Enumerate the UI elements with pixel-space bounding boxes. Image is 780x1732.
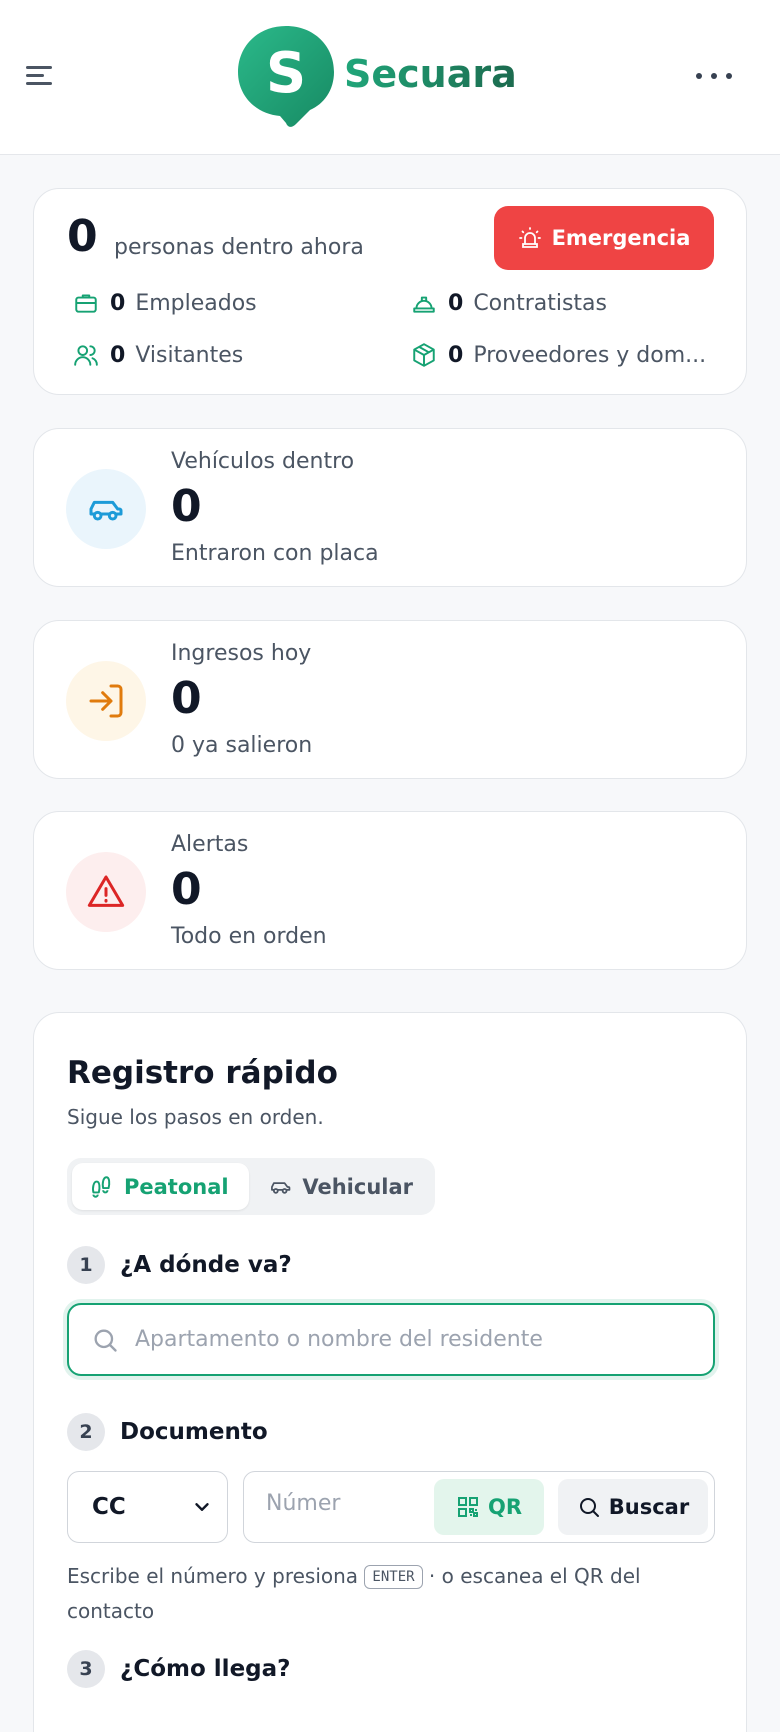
document-hint: Escribe el número y presiona ENTER · o e… bbox=[67, 1559, 707, 1629]
entries-today-card[interactable]: Ingresos hoy 0 0 ya salieron bbox=[33, 620, 747, 779]
step-label: Documento bbox=[120, 1419, 268, 1445]
search-label: Buscar bbox=[608, 1495, 690, 1519]
quick-register-title: Registro rápido bbox=[67, 1055, 338, 1091]
document-number-group: QR Buscar bbox=[243, 1471, 715, 1543]
stat-value: 0 bbox=[171, 864, 202, 915]
destination-search[interactable] bbox=[67, 1303, 715, 1376]
siren-icon bbox=[518, 227, 541, 248]
step-number: 1 bbox=[67, 1246, 105, 1284]
qr-label: QR bbox=[487, 1495, 523, 1519]
document-type-select[interactable]: CC bbox=[67, 1471, 228, 1543]
occupancy-label: personas dentro ahora bbox=[114, 235, 364, 260]
enter-key-badge: ENTER bbox=[364, 1565, 423, 1589]
emergency-label: Emergencia bbox=[551, 226, 691, 250]
mode-vehicular-tab[interactable]: Vehicular bbox=[253, 1163, 429, 1210]
search-icon bbox=[579, 1498, 599, 1517]
category-label: Visitantes bbox=[135, 342, 244, 368]
vehicles-inside-card[interactable]: Vehículos dentro 0 Entraron con placa bbox=[33, 428, 747, 587]
category-contractors: 0 Contratistas bbox=[410, 289, 607, 317]
occupancy-count: 0 bbox=[67, 211, 98, 262]
users-icon bbox=[72, 341, 100, 369]
stat-subtitle: 0 ya salieron bbox=[171, 733, 313, 758]
more-options-icon[interactable] bbox=[696, 64, 732, 88]
footprints-icon bbox=[92, 1175, 111, 1198]
brand-letter: S bbox=[266, 41, 306, 106]
hard-hat-icon bbox=[410, 289, 438, 317]
app-header: S Secuara bbox=[0, 0, 780, 155]
car-icon bbox=[66, 469, 146, 549]
emergency-button[interactable]: Emergencia bbox=[494, 206, 714, 270]
step-label: ¿Cómo llega? bbox=[120, 1656, 291, 1682]
step-number: 3 bbox=[67, 1650, 105, 1688]
stat-title: Vehículos dentro bbox=[171, 449, 355, 474]
category-count: 0 bbox=[110, 342, 126, 368]
category-suppliers: 0 Proveedores y dom... bbox=[410, 341, 706, 369]
search-document-button[interactable]: Buscar bbox=[558, 1479, 708, 1535]
quick-register-panel: Registro rápido Sigue los pasos en orden… bbox=[33, 1012, 747, 1732]
qr-code-icon bbox=[457, 1497, 478, 1517]
stat-title: Ingresos hoy bbox=[171, 641, 312, 666]
category-count: 0 bbox=[448, 342, 464, 368]
step-number: 2 bbox=[67, 1413, 105, 1451]
stat-value: 0 bbox=[171, 481, 202, 532]
step-arrival: 3 ¿Cómo llega? bbox=[67, 1650, 291, 1688]
document-type-value: CC bbox=[92, 1494, 126, 1520]
stat-subtitle: Entraron con placa bbox=[171, 541, 379, 566]
mode-vehicular-label: Vehicular bbox=[302, 1174, 413, 1199]
mode-pedestrian-label: Peatonal bbox=[124, 1174, 229, 1199]
chevron-down-icon bbox=[195, 1503, 209, 1511]
log-in-icon bbox=[66, 661, 146, 741]
category-count: 0 bbox=[110, 290, 126, 316]
step-label: ¿A dónde va? bbox=[120, 1252, 292, 1278]
alerts-card[interactable]: Alertas 0 Todo en orden bbox=[33, 811, 747, 970]
destination-input[interactable] bbox=[135, 1327, 675, 1352]
scan-qr-button[interactable]: QR bbox=[434, 1479, 544, 1535]
mode-toggle: Peatonal Vehicular bbox=[67, 1158, 435, 1215]
quick-register-subtitle: Sigue los pasos en orden. bbox=[67, 1105, 324, 1129]
hamburger-menu-icon[interactable] bbox=[24, 60, 56, 92]
stat-title: Alertas bbox=[171, 832, 249, 857]
logo-mark-icon: S bbox=[238, 26, 334, 127]
stat-value: 0 bbox=[171, 673, 202, 724]
category-label: Empleados bbox=[135, 290, 257, 316]
brand-name: Secuara bbox=[344, 52, 517, 96]
category-count: 0 bbox=[448, 290, 464, 316]
document-number-input[interactable] bbox=[266, 1491, 416, 1516]
hint-text: Escribe el número y presiona bbox=[67, 1564, 359, 1588]
warning-icon bbox=[66, 852, 146, 932]
car-icon bbox=[271, 1181, 291, 1194]
category-visitors: 0 Visitantes bbox=[72, 341, 243, 369]
package-icon bbox=[410, 341, 438, 369]
mode-pedestrian-tab[interactable]: Peatonal bbox=[72, 1163, 249, 1210]
category-label: Contratistas bbox=[473, 290, 607, 316]
occupancy-card: 0 personas dentro ahora Emergencia 0 Emp… bbox=[33, 188, 747, 395]
category-label: Proveedores y dom... bbox=[473, 342, 707, 368]
step-document: 2 Documento bbox=[67, 1413, 268, 1451]
step-destination: 1 ¿A dónde va? bbox=[67, 1246, 292, 1284]
search-icon bbox=[94, 1329, 117, 1352]
stat-subtitle: Todo en orden bbox=[171, 924, 327, 949]
briefcase-icon bbox=[72, 289, 100, 317]
category-employees: 0 Empleados bbox=[72, 289, 257, 317]
